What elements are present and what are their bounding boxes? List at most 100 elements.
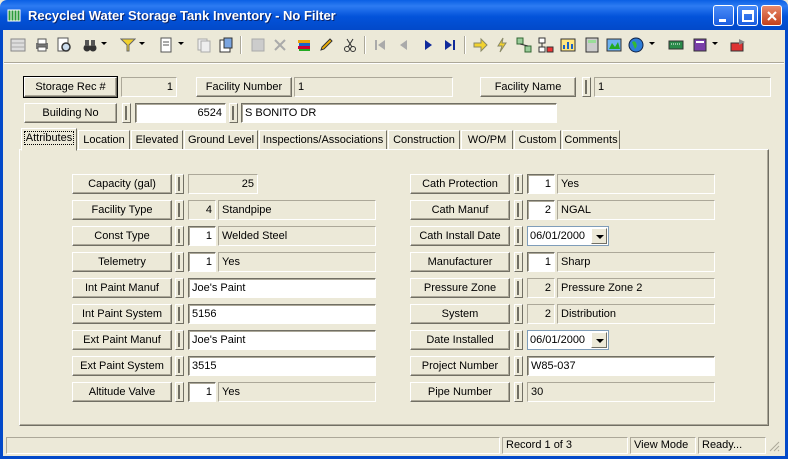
book-icon [693,38,707,52]
tab-construction[interactable]: Construction [388,130,460,150]
report-dropdown-icon[interactable] [178,42,184,45]
books-button[interactable] [294,35,314,55]
status-state: Ready... [698,437,766,454]
pipe-number-button[interactable]: Pipe Number [410,382,510,402]
copy-disabled-button[interactable] [194,35,214,55]
binoculars-button[interactable] [80,35,100,55]
facility-type-button[interactable]: Facility Type [72,200,172,220]
hierarchy-button[interactable] [536,35,556,55]
ext-paint-system-button[interactable]: Ext Paint System [72,356,172,376]
altitude-valve-button[interactable]: Altitude Valve [72,382,172,402]
resize-grip-icon[interactable] [768,440,780,452]
manual-button[interactable] [690,35,710,55]
storage-rec-field: 1 [121,77,177,97]
pipe-number-indicator [514,382,523,402]
maximize-button[interactable] [737,5,758,26]
capacity-indicator [175,174,184,194]
chart-button[interactable] [558,35,578,55]
manufacturer-code[interactable]: 1 [527,252,555,272]
date-installed-button[interactable]: Date Installed [410,330,510,350]
storage-rec-button[interactable]: Storage Rec # [23,76,118,98]
save-disabled-button[interactable] [248,35,268,55]
int-paint-system-button[interactable]: Int Paint System [72,304,172,324]
printer-icon [36,38,48,52]
first-record-button[interactable] [370,35,390,55]
const-type-button[interactable]: Const Type [72,226,172,246]
int-paint-manuf-button[interactable]: Int Paint Manuf [72,278,172,298]
const-type-code[interactable]: 1 [188,226,216,246]
manufacturer-button[interactable]: Manufacturer [410,252,510,272]
minimize-button[interactable] [713,5,734,26]
filter-button[interactable] [118,35,138,55]
close-icon [767,11,777,21]
filter-icon [120,38,136,52]
copy-icon [197,38,211,53]
altitude-valve-indicator [175,382,184,402]
tab-attributes[interactable]: Attributes [21,128,77,151]
cath-manuf-indicator [514,200,523,220]
cath-install-date-select[interactable]: 06/01/2000 [527,226,609,246]
cath-manuf-button[interactable]: Cath Manuf [410,200,510,220]
keyboard-button[interactable] [666,35,686,55]
ext-paint-manuf-button[interactable]: Ext Paint Manuf [72,330,172,350]
tab-location[interactable]: Location [78,130,130,150]
cath-manuf-code[interactable]: 2 [527,200,555,220]
facility-name-button[interactable]: Facility Name [480,77,576,97]
edit-button[interactable] [316,35,336,55]
previous-record-button[interactable] [394,35,414,55]
report-button[interactable] [156,35,176,55]
cut-button[interactable] [340,35,360,55]
building-street-field[interactable]: S BONITO DR [241,103,557,123]
tab-custom[interactable]: Custom [514,130,561,150]
close-button[interactable] [761,5,782,26]
delete-disabled-button[interactable] [270,35,290,55]
print-button[interactable] [32,35,52,55]
filter-dropdown-icon[interactable] [139,42,145,45]
paste-button[interactable] [216,35,236,55]
pressure-zone-field: Pressure Zone 2 [557,278,715,298]
altitude-valve-code[interactable]: 1 [188,382,216,402]
date-installed-select[interactable]: 06/01/2000 [527,330,609,350]
project-number-field[interactable]: W85-037 [527,356,715,376]
chevron-down-icon[interactable] [591,332,607,348]
telemetry-code[interactable]: 1 [188,252,216,272]
tab-ground-level[interactable]: Ground Level [184,130,258,150]
building-no-button[interactable]: Building No [24,103,117,123]
ext-paint-manuf-indicator [175,330,184,350]
calculator-button[interactable] [582,35,602,55]
chart-icon [560,38,576,52]
new-record-button[interactable] [8,35,28,55]
map-button[interactable] [604,35,624,55]
system-button[interactable]: System [410,304,510,324]
telemetry-button[interactable]: Telemetry [72,252,172,272]
ext-paint-manuf-field[interactable]: Joe's Paint [188,330,376,350]
capacity-button[interactable]: Capacity (gal) [72,174,172,194]
cath-install-date-button[interactable]: Cath Install Date [410,226,510,246]
int-paint-system-field[interactable]: 5156 [188,304,376,324]
manual-dropdown-icon[interactable] [712,42,718,45]
maximize-icon [742,10,754,22]
exit-button[interactable] [728,35,748,55]
ext-paint-system-field[interactable]: 3515 [188,356,376,376]
project-number-button[interactable]: Project Number [410,356,510,376]
tab-inspections-associations[interactable]: Inspections/Associations [259,130,387,150]
goto-button[interactable] [470,35,490,55]
tab-comments[interactable]: Comments [562,130,620,150]
lightning-button[interactable] [492,35,512,55]
binoculars-dropdown-icon[interactable] [101,42,107,45]
globe-button[interactable] [626,35,646,55]
last-record-button[interactable] [440,35,460,55]
tab-elevated[interactable]: Elevated [131,130,183,150]
int-paint-manuf-field[interactable]: Joe's Paint [188,278,376,298]
cath-protection-button[interactable]: Cath Protection [410,174,510,194]
building-number-field[interactable]: 6524 [135,103,226,123]
workflow-button[interactable] [514,35,534,55]
cath-protection-code[interactable]: 1 [527,174,555,194]
chevron-down-icon[interactable] [591,228,607,244]
tab-wo-pm[interactable]: WO/PM [461,130,513,150]
facility-number-button[interactable]: Facility Number [196,77,292,97]
pressure-zone-button[interactable]: Pressure Zone [410,278,510,298]
print-preview-button[interactable] [54,35,74,55]
next-record-button[interactable] [418,35,438,55]
globe-dropdown-icon[interactable] [649,42,655,45]
